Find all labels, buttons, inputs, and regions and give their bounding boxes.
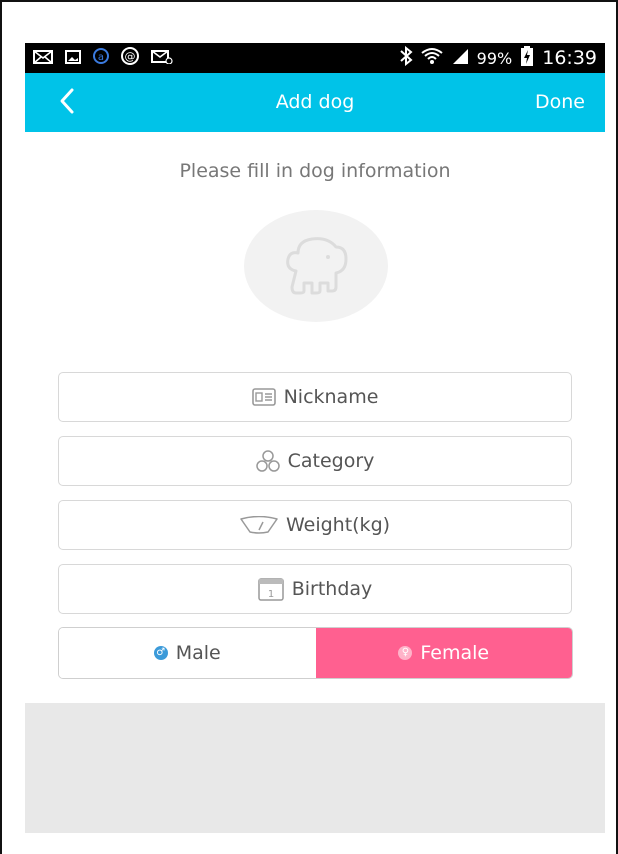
- at-icon: @: [121, 47, 139, 69]
- category-field[interactable]: Category: [58, 436, 572, 486]
- page-title: Add dog: [275, 91, 355, 113]
- nickname-field[interactable]: Nickname: [58, 372, 572, 422]
- mail-icon: [33, 49, 53, 68]
- scale-icon: [240, 516, 278, 534]
- weight-field[interactable]: Weight(kg): [58, 500, 572, 550]
- female-icon: ♀: [398, 646, 413, 660]
- bluetooth-icon: [399, 45, 413, 71]
- app-bar: Add dog Done: [25, 73, 605, 132]
- birthday-field[interactable]: 1 Birthday: [58, 564, 572, 614]
- id-card-icon: [251, 388, 276, 406]
- done-button[interactable]: Done: [535, 91, 585, 113]
- female-option[interactable]: ♀ Female: [315, 628, 572, 678]
- image-icon: [65, 49, 81, 68]
- birthday-placeholder: Birthday: [291, 578, 373, 600]
- category-icon: [255, 450, 280, 472]
- status-bar: a @ 99% 16:39: [25, 43, 605, 73]
- weight-placeholder: Weight(kg): [285, 514, 391, 536]
- battery-charging-icon: [520, 45, 534, 72]
- dog-placeholder-icon: [286, 237, 348, 295]
- signal-icon: [451, 47, 469, 70]
- clock: 16:39: [542, 47, 597, 69]
- calendar-icon: 1: [257, 577, 284, 601]
- battery-percent: 99%: [476, 48, 513, 68]
- mail-alt-icon: [151, 49, 173, 68]
- male-option[interactable]: ♂ Male: [59, 628, 316, 678]
- male-label: Male: [175, 642, 221, 664]
- bottom-panel: [25, 703, 605, 833]
- dog-avatar-picker[interactable]: [244, 210, 388, 322]
- form-prompt: Please fill in dog information: [179, 160, 451, 182]
- wifi-icon: [421, 47, 443, 70]
- gender-toggle: ♂ Male ♀ Female: [58, 627, 573, 679]
- svg-text:@: @: [125, 50, 136, 63]
- nickname-placeholder: Nickname: [283, 386, 379, 408]
- male-icon: ♂: [153, 646, 168, 660]
- calendar-day: 1: [268, 589, 274, 600]
- sync-icon: a: [93, 48, 109, 68]
- category-placeholder: Category: [287, 450, 375, 472]
- female-label: Female: [420, 642, 490, 664]
- svg-text:a: a: [98, 52, 104, 63]
